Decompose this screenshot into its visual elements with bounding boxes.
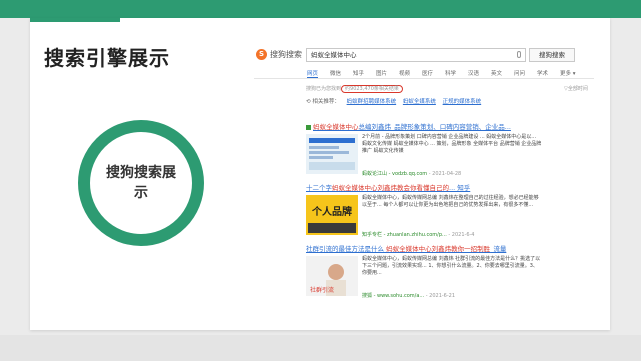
url-text: 搜狐 - www.sohu.com/a...: [362, 293, 425, 299]
result-body: 个人品牌 蚂蚁全媒体中心，蚂蚁传媒网总编 刘鑫炜在整理自己的过往经验，想必已经能…: [306, 195, 546, 239]
result-url[interactable]: 知乎专栏 - zhuanlan.zhihu.com/p... - 2021-6-…: [362, 231, 475, 238]
title-rest: ... 知乎: [449, 184, 471, 192]
result-body: 社群引流 蚂蚁全媒体中心，蚂蚁传媒网总编 刘鑫炜 社群引流的最佳方法是什么？挑选…: [306, 256, 546, 300]
tab-zhihu[interactable]: 知乎: [353, 69, 364, 77]
result-thumbnail-icon[interactable]: [306, 134, 358, 174]
search-button[interactable]: 搜狗搜索: [529, 48, 575, 62]
related-link[interactable]: 蚂蚁全媒系统: [403, 99, 436, 105]
thumbnail-text: 个人品牌: [311, 205, 352, 218]
circle-badge: 搜狗搜索展示: [78, 120, 204, 246]
search-tabs: 网页 微信 知乎 图片 视频 医疗 科学 汉语 英文 问问 学术 更多 ▾: [254, 69, 594, 79]
tab-english[interactable]: 英文: [491, 69, 502, 77]
search-input-value: 蚂蚁全媒体中心: [311, 51, 357, 59]
top-band: [0, 0, 641, 18]
result-title[interactable]: 社群引流的最佳方法是什么 蚂蚁全媒体中心刘鑫炜教你一招制胜_流量: [306, 243, 546, 253]
search-screenshot: S 搜狗搜索 蚂蚁全媒体中心 搜狗搜索 网页 微信 知乎 图片 视频 医疗 科学…: [254, 44, 594, 304]
tab-more[interactable]: 更多 ▾: [560, 69, 576, 77]
title-prefix: 社群引流的最佳方法是什么: [306, 245, 384, 253]
result-snippet: 蚂蚁全媒体中心，蚂蚁传媒网总编 刘鑫炜 社群引流的最佳方法是什么？挑选了以下三个…: [362, 256, 541, 276]
url-text: 蚂蚁论江山 - vodzb.qq.com: [362, 171, 428, 177]
tab-wenwen[interactable]: 问问: [514, 69, 525, 77]
url-text: 知乎专栏 - zhuanlan.zhihu.com/p...: [362, 232, 447, 238]
sogou-logo-icon: S: [256, 49, 267, 60]
stats-prefix: 搜狗已为您找到: [306, 86, 342, 92]
title-prefix: 十二个字: [306, 184, 332, 192]
title-highlight: 蚂蚁全媒体中心刘鑫炜教你一招制胜: [384, 245, 491, 253]
circle-text: 搜狗搜索展示: [106, 165, 176, 201]
result-thumbnail-icon[interactable]: 个人品牌: [306, 195, 358, 235]
bottom-band: [0, 335, 641, 361]
tab-video[interactable]: 视频: [399, 69, 410, 77]
related-label: ⟲ 相关推荐：: [306, 99, 340, 105]
time-filter[interactable]: ▽全部时间: [564, 85, 588, 92]
microphone-icon[interactable]: [517, 51, 521, 58]
result-url[interactable]: 蚂蚁论江山 - vodzb.qq.com - 2021-04-28: [362, 170, 461, 177]
slide-title: 搜索引擎展示: [44, 46, 170, 70]
favicon-icon: [306, 124, 311, 130]
tab-medical[interactable]: 医疗: [422, 69, 433, 77]
sogou-logo[interactable]: S 搜狗搜索: [256, 49, 302, 60]
search-result: 社群引流的最佳方法是什么 蚂蚁全媒体中心刘鑫炜教你一招制胜_流量 社群引流 蚂蚁…: [306, 243, 546, 300]
result-thumbnail-icon[interactable]: 社群引流: [306, 256, 358, 296]
tab-weixin[interactable]: 微信: [330, 69, 341, 77]
title-rest: _流量: [490, 245, 507, 253]
result-date: - 2021-6-4: [446, 232, 475, 238]
result-title[interactable]: 蚂蚁全媒体中心总编刘鑫炜_品牌形象策划、口碑内容营销、企业品...: [306, 121, 546, 131]
title-highlight: 蚂蚁全媒体中心: [313, 123, 359, 131]
tab-academic[interactable]: 学术: [537, 69, 548, 77]
tab-images[interactable]: 图片: [376, 69, 387, 77]
stats-count: 约9023,470条相关结果: [341, 85, 403, 93]
thumbnail-text: 社群引流: [310, 286, 334, 294]
related-link[interactable]: 正规的媒体系统: [443, 99, 482, 105]
search-input[interactable]: 蚂蚁全媒体中心: [306, 48, 526, 62]
result-body: 2个月前 - 品牌形象策划 口碑内容营销 企业品牌建设 ... 蚂蚁全媒体中心是…: [306, 134, 546, 178]
related-link[interactable]: 蚂蚁群招聘媒体系统: [347, 99, 397, 105]
title-highlight: 蚂蚁全媒体中心刘鑫炜教会你看懂自己的: [332, 184, 449, 192]
result-url[interactable]: 搜狐 - www.sohu.com/a... - 2021-6-21: [362, 292, 455, 299]
search-result: 十二个字蚂蚁全媒体中心刘鑫炜教会你看懂自己的... 知乎 个人品牌 蚂蚁全媒体中…: [306, 182, 546, 239]
result-snippet: 2个月前 - 品牌形象策划 口碑内容营销 企业品牌建设 ... 蚂蚁全媒体中心是…: [362, 134, 542, 154]
result-title[interactable]: 十二个字蚂蚁全媒体中心刘鑫炜教会你看懂自己的... 知乎: [306, 182, 546, 192]
related-searches: ⟲ 相关推荐： 蚂蚁群招聘媒体系统 蚂蚁全媒系统 正规的媒体系统: [306, 97, 481, 105]
tab-web[interactable]: 网页: [307, 69, 319, 78]
result-date: - 2021-04-28: [427, 171, 462, 177]
result-stats: 搜狗已为您找到 约9023,470条相关结果: [306, 85, 403, 93]
tab-chinese[interactable]: 汉语: [468, 69, 479, 77]
title-rest: 总编刘鑫炜_品牌形象策划、口碑内容营销、企业品...: [358, 123, 511, 131]
logo-text: 搜狗搜索: [270, 50, 302, 59]
tab-science[interactable]: 科学: [445, 69, 456, 77]
result-snippet: 蚂蚁全媒体中心，蚂蚁传媒网总编 刘鑫炜在整理自己的过往经验，想必已经能够以至于.…: [362, 195, 539, 208]
search-result: 蚂蚁全媒体中心总编刘鑫炜_品牌形象策划、口碑内容营销、企业品... 2个月前 -…: [306, 121, 546, 178]
result-date: - 2021-6-21: [424, 293, 456, 299]
title-accent-bar: [30, 18, 120, 22]
